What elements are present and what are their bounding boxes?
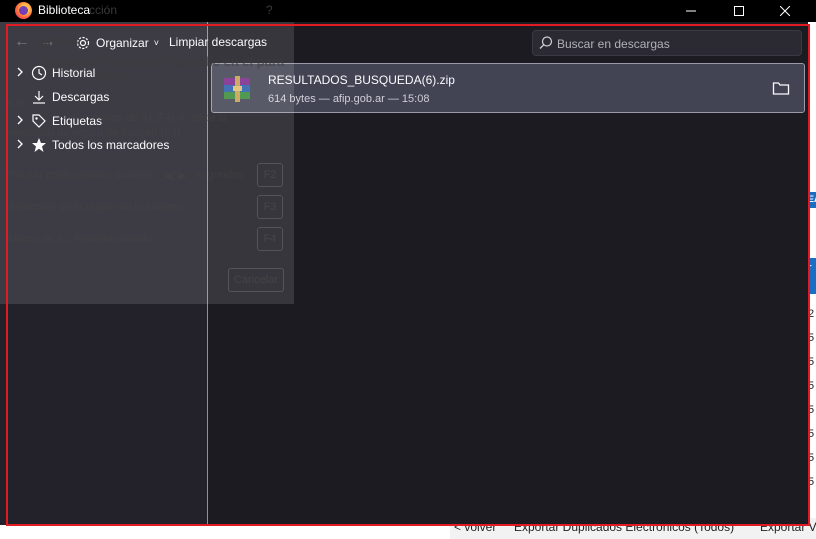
background-number: 5 xyxy=(808,428,815,440)
toolbar: ← → Organizar ˅ Limpiar descargas xyxy=(0,22,808,62)
title-bar: Biblioteca cción ? xyxy=(0,0,816,22)
firefox-icon xyxy=(15,2,32,19)
winrar-archive-icon xyxy=(222,74,254,104)
background-right-strip: EA r 2 5 5 5 5 5 5 5 xyxy=(808,20,816,539)
sidebar-item-label: Todos los marcadores xyxy=(52,138,170,152)
maximize-button[interactable] xyxy=(716,0,762,22)
background-number: 5 xyxy=(808,404,815,416)
sidebar: Historial Descargas Etiquetas Todos los … xyxy=(0,22,208,525)
tag-icon xyxy=(31,113,47,129)
ghost-title-text: cción xyxy=(89,3,118,17)
maximize-icon xyxy=(734,6,744,16)
gear-icon xyxy=(76,36,90,50)
sidebar-item-label: Etiquetas xyxy=(52,114,103,128)
background-number: 5 xyxy=(808,380,815,392)
close-button[interactable] xyxy=(762,0,808,22)
window-title: Biblioteca xyxy=(38,3,91,17)
background-number: 5 xyxy=(808,356,815,368)
sidebar-item-all-bookmarks[interactable]: Todos los marcadores xyxy=(0,134,208,156)
clock-icon xyxy=(31,65,47,81)
search-box[interactable] xyxy=(532,30,802,56)
minimize-button[interactable] xyxy=(668,0,714,22)
organize-label: Organizar xyxy=(96,36,149,50)
sidebar-item-history[interactable]: Historial xyxy=(0,62,208,84)
sidebar-item-downloads[interactable]: Descargas xyxy=(0,86,208,108)
star-icon xyxy=(31,137,47,153)
sidebar-item-label: Historial xyxy=(52,66,96,80)
background-number: 5 xyxy=(808,476,815,488)
background-number: 2 xyxy=(808,308,815,320)
download-meta: 614 bytes — afip.gob.ar — 15:08 xyxy=(268,93,430,105)
download-item[interactable]: RESULTADOS_BUSQUEDA(6).zip 614 bytes — a… xyxy=(211,63,805,113)
background-tag: EA xyxy=(808,192,816,208)
background-number: 5 xyxy=(808,332,815,344)
chevron-down-icon: ˅ xyxy=(153,38,159,48)
folder-icon[interactable] xyxy=(772,80,790,96)
sidebar-item-label: Descargas xyxy=(52,90,110,104)
forward-button[interactable]: → xyxy=(40,33,56,51)
back-button[interactable]: ← xyxy=(14,33,30,51)
chevron-right-icon[interactable] xyxy=(16,67,26,79)
minimize-icon xyxy=(686,10,696,12)
sidebar-item-tags[interactable]: Etiquetas xyxy=(0,110,208,132)
download-filename: RESULTADOS_BUSQUEDA(6).zip xyxy=(268,73,455,87)
background-number: 5 xyxy=(808,452,815,464)
close-icon xyxy=(780,6,790,16)
downloads-list: RESULTADOS_BUSQUEDA(6).zip 614 bytes — a… xyxy=(209,22,808,525)
download-icon xyxy=(31,89,47,105)
organize-menu-button[interactable]: Organizar ˅ xyxy=(75,35,159,51)
clear-downloads-button[interactable]: Limpiar descargas xyxy=(169,35,267,49)
chevron-right-icon[interactable] xyxy=(16,139,26,151)
ghost-help-icon: ? xyxy=(266,3,273,17)
search-input[interactable] xyxy=(557,35,797,52)
library-window: Historial Descargas Etiquetas Todos los … xyxy=(0,22,808,525)
search-icon xyxy=(538,35,554,54)
chevron-right-icon[interactable] xyxy=(16,115,26,127)
background-tag: r xyxy=(808,258,816,294)
